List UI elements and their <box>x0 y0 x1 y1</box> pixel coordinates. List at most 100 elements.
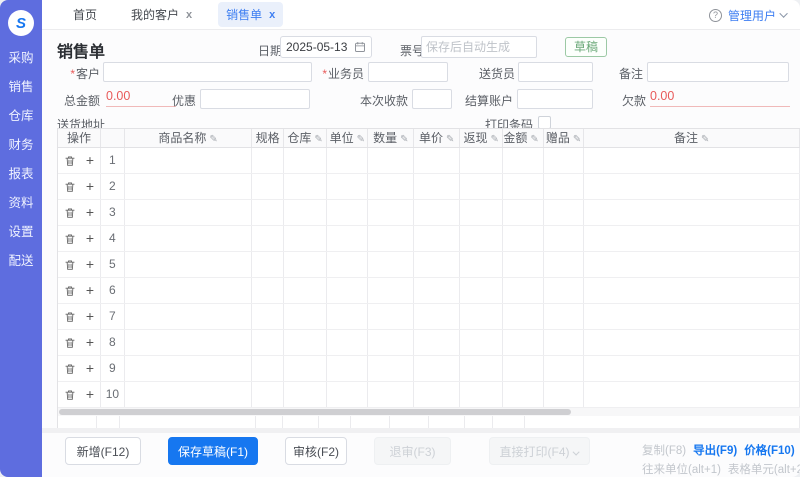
grid-cell[interactable] <box>124 199 252 225</box>
grid-cell[interactable] <box>414 355 460 381</box>
grid-cell[interactable] <box>584 199 800 225</box>
sidebar-item[interactable]: 采购 <box>0 44 42 73</box>
grid-cell[interactable] <box>252 277 284 303</box>
grid-cell[interactable] <box>460 303 503 329</box>
edit-icon[interactable]: ✎ <box>491 134 499 145</box>
grid-cell[interactable] <box>283 225 326 251</box>
grid-cell[interactable] <box>327 303 368 329</box>
grid-cell[interactable] <box>283 303 326 329</box>
column-header[interactable]: 赠品✎ <box>543 129 584 147</box>
action-button[interactable]: 审核(F2) <box>285 437 347 465</box>
grid-cell[interactable] <box>543 199 584 225</box>
grid-cell[interactable] <box>283 251 326 277</box>
grid-cell[interactable] <box>543 277 584 303</box>
grid-cell[interactable] <box>503 147 543 173</box>
edit-icon[interactable]: ✎ <box>357 134 365 145</box>
grid-cell[interactable] <box>543 303 584 329</box>
grid-cell[interactable] <box>584 355 800 381</box>
add-row-icon[interactable]: + <box>86 309 94 323</box>
column-header[interactable]: 仓库✎ <box>283 129 326 147</box>
grid-cell[interactable] <box>124 277 252 303</box>
grid-cell[interactable] <box>543 329 584 355</box>
add-row-icon[interactable]: + <box>86 179 94 193</box>
grid-cell[interactable] <box>283 147 326 173</box>
ticket-input[interactable] <box>421 36 537 58</box>
grid-cell[interactable] <box>124 381 252 407</box>
grid-cell[interactable] <box>584 277 800 303</box>
grid-cell[interactable] <box>368 381 414 407</box>
grid-cell[interactable] <box>327 355 368 381</box>
grid-cell[interactable] <box>327 173 368 199</box>
grid-cell[interactable] <box>584 329 800 355</box>
sidebar-item[interactable]: 财务 <box>0 131 42 160</box>
discount-input[interactable] <box>200 89 310 109</box>
column-header[interactable]: 单位✎ <box>327 129 368 147</box>
grid-cell[interactable] <box>327 199 368 225</box>
delete-row-icon[interactable] <box>64 231 76 245</box>
grid-cell[interactable] <box>124 355 252 381</box>
grid-cell[interactable] <box>414 173 460 199</box>
grid-cell[interactable] <box>414 199 460 225</box>
grid-cell[interactable] <box>327 251 368 277</box>
delete-row-icon[interactable] <box>64 257 76 271</box>
grid-cell[interactable] <box>460 251 503 277</box>
grid-cell[interactable] <box>368 329 414 355</box>
add-row-icon[interactable]: + <box>86 205 94 219</box>
grid-cell[interactable] <box>368 355 414 381</box>
grid-cell[interactable] <box>460 199 503 225</box>
grid-cell[interactable] <box>368 251 414 277</box>
grid-cell[interactable] <box>584 225 800 251</box>
grid-cell[interactable] <box>460 147 503 173</box>
delete-row-icon[interactable] <box>64 309 76 323</box>
horizontal-scrollbar-thumb[interactable] <box>59 409 571 415</box>
edit-icon[interactable]: ✎ <box>701 134 709 145</box>
grid-cell[interactable] <box>584 251 800 277</box>
grid-cell[interactable] <box>460 355 503 381</box>
grid-cell[interactable] <box>414 225 460 251</box>
received-input[interactable] <box>412 89 452 109</box>
grid-cell[interactable] <box>252 355 284 381</box>
grid-cell[interactable] <box>543 251 584 277</box>
tab[interactable]: 销售单x <box>218 2 283 27</box>
delete-row-icon[interactable] <box>64 153 76 167</box>
grid-cell[interactable] <box>414 277 460 303</box>
grid-cell[interactable] <box>503 329 543 355</box>
grid-cell[interactable] <box>252 199 284 225</box>
grid-cell[interactable] <box>327 147 368 173</box>
grid-cell[interactable] <box>460 277 503 303</box>
grid-cell[interactable] <box>283 355 326 381</box>
grid-cell[interactable] <box>252 147 284 173</box>
remark-input[interactable] <box>647 62 789 82</box>
add-row-icon[interactable]: + <box>86 231 94 245</box>
delete-row-icon[interactable] <box>64 361 76 375</box>
grid-cell[interactable] <box>460 381 503 407</box>
tab[interactable]: 首页 <box>65 2 105 27</box>
grid-cell[interactable] <box>283 277 326 303</box>
date-input[interactable]: 2025-05-13 <box>280 36 372 58</box>
grid-cell[interactable] <box>124 173 252 199</box>
grid-cell[interactable] <box>584 381 800 407</box>
account-input[interactable] <box>517 89 593 109</box>
edit-icon[interactable]: ✎ <box>209 134 217 145</box>
column-header[interactable]: 金额✎ <box>503 129 543 147</box>
edit-icon[interactable]: ✎ <box>530 134 538 145</box>
edit-icon[interactable]: ✎ <box>573 134 581 145</box>
sidebar-item[interactable]: 销售 <box>0 73 42 102</box>
salesman-input[interactable] <box>368 62 448 82</box>
grid-cell[interactable] <box>368 199 414 225</box>
grid-cell[interactable] <box>252 329 284 355</box>
add-row-icon[interactable]: + <box>86 153 94 167</box>
tab-close-icon[interactable]: x <box>186 9 192 21</box>
sidebar-item[interactable]: 仓库 <box>0 102 42 131</box>
grid-cell[interactable] <box>414 329 460 355</box>
grid-cell[interactable] <box>283 381 326 407</box>
grid-cell[interactable] <box>368 277 414 303</box>
grid-cell[interactable] <box>368 147 414 173</box>
edit-icon[interactable]: ✎ <box>446 134 454 145</box>
delete-row-icon[interactable] <box>64 205 76 219</box>
grid-cell[interactable] <box>460 329 503 355</box>
grid-cell[interactable] <box>543 381 584 407</box>
grid-cell[interactable] <box>252 173 284 199</box>
add-row-icon[interactable]: + <box>86 387 94 401</box>
grid-cell[interactable] <box>368 303 414 329</box>
